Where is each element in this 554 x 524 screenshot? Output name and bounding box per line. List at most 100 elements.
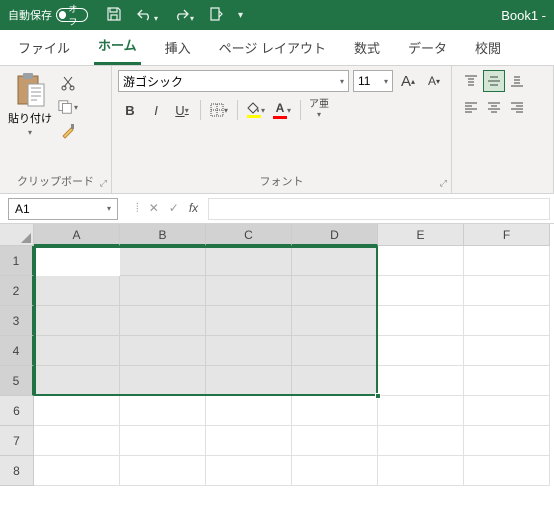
bold-button[interactable]: B xyxy=(118,98,142,122)
cell-E2[interactable] xyxy=(378,276,464,306)
autosave-toggle[interactable]: 自動保存 オフ xyxy=(8,7,88,23)
align-middle-button[interactable] xyxy=(483,70,505,92)
undo-icon[interactable]: ▾ xyxy=(136,7,158,24)
cell-E3[interactable] xyxy=(378,306,464,336)
cell-A3[interactable] xyxy=(34,306,120,336)
cell-F2[interactable] xyxy=(464,276,550,306)
font-color-button[interactable]: A▾ xyxy=(270,98,294,122)
cell-A8[interactable] xyxy=(34,456,120,486)
cell-E6[interactable] xyxy=(378,396,464,426)
row-header-6[interactable]: 6 xyxy=(0,396,34,426)
tab-formulas[interactable]: 数式 xyxy=(350,30,384,65)
dialog-launcher-icon[interactable]: ⤢ xyxy=(440,178,447,189)
selection-handle[interactable] xyxy=(375,393,381,399)
cell-B1[interactable] xyxy=(120,246,206,276)
col-header-D[interactable]: D xyxy=(292,224,378,246)
cell-A1[interactable] xyxy=(34,246,120,276)
cell-D6[interactable] xyxy=(292,396,378,426)
tab-insert[interactable]: 挿入 xyxy=(161,30,195,65)
dialog-launcher-icon[interactable]: ⤢ xyxy=(100,178,107,189)
qat-customize-icon[interactable]: ▾ xyxy=(238,10,243,21)
align-bottom-button[interactable] xyxy=(506,70,528,92)
cell-C8[interactable] xyxy=(206,456,292,486)
enter-icon[interactable]: ✓ xyxy=(169,201,179,216)
cell-E7[interactable] xyxy=(378,426,464,456)
col-header-E[interactable]: E xyxy=(378,224,464,246)
cell-F8[interactable] xyxy=(464,456,550,486)
row-header-7[interactable]: 7 xyxy=(0,426,34,456)
italic-button[interactable]: I xyxy=(144,98,168,122)
cell-A2[interactable] xyxy=(34,276,120,306)
cell-A5[interactable] xyxy=(34,366,120,396)
phonetic-button[interactable]: ア亜▾ xyxy=(307,98,331,122)
cell-D1[interactable] xyxy=(292,246,378,276)
row-header-4[interactable]: 4 xyxy=(0,336,34,366)
row-header-5[interactable]: 5 xyxy=(0,366,34,396)
align-center-button[interactable] xyxy=(483,96,505,118)
touch-mode-icon[interactable] xyxy=(208,6,224,25)
cell-B8[interactable] xyxy=(120,456,206,486)
cell-D2[interactable] xyxy=(292,276,378,306)
col-header-C[interactable]: C xyxy=(206,224,292,246)
cancel-icon[interactable]: ✕ xyxy=(149,201,159,216)
cell-C5[interactable] xyxy=(206,366,292,396)
cell-B7[interactable] xyxy=(120,426,206,456)
align-right-button[interactable] xyxy=(506,96,528,118)
font-name-select[interactable]: 游ゴシック▾ xyxy=(118,70,349,92)
decrease-font-button[interactable]: A▾ xyxy=(423,70,445,92)
cell-F6[interactable] xyxy=(464,396,550,426)
cell-B2[interactable] xyxy=(120,276,206,306)
cell-B3[interactable] xyxy=(120,306,206,336)
redo-icon[interactable]: ▾ xyxy=(172,7,194,24)
cell-C3[interactable] xyxy=(206,306,292,336)
col-header-F[interactable]: F xyxy=(464,224,550,246)
cell-D3[interactable] xyxy=(292,306,378,336)
cell-D8[interactable] xyxy=(292,456,378,486)
format-painter-button[interactable] xyxy=(58,122,78,140)
select-all-button[interactable] xyxy=(0,224,34,246)
formula-input[interactable] xyxy=(208,198,550,220)
cell-E5[interactable] xyxy=(378,366,464,396)
cell-E8[interactable] xyxy=(378,456,464,486)
cell-A4[interactable] xyxy=(34,336,120,366)
tab-data[interactable]: データ xyxy=(404,30,451,65)
col-header-B[interactable]: B xyxy=(120,224,206,246)
increase-font-button[interactable]: A▴ xyxy=(397,70,419,92)
cell-B5[interactable] xyxy=(120,366,206,396)
save-icon[interactable] xyxy=(106,6,122,25)
cell-B4[interactable] xyxy=(120,336,206,366)
cell-C7[interactable] xyxy=(206,426,292,456)
align-top-button[interactable] xyxy=(460,70,482,92)
cell-A7[interactable] xyxy=(34,426,120,456)
cell-F1[interactable] xyxy=(464,246,550,276)
cell-C6[interactable] xyxy=(206,396,292,426)
cell-F7[interactable] xyxy=(464,426,550,456)
fx-icon[interactable]: fx xyxy=(189,201,198,216)
worksheet-grid[interactable]: ABCDEF 12345678 xyxy=(0,224,554,524)
cut-button[interactable] xyxy=(58,74,78,92)
row-header-2[interactable]: 2 xyxy=(0,276,34,306)
cell-D7[interactable] xyxy=(292,426,378,456)
tab-page-layout[interactable]: ページ レイアウト xyxy=(215,30,330,65)
align-left-button[interactable] xyxy=(460,96,482,118)
cell-F4[interactable] xyxy=(464,336,550,366)
col-header-A[interactable]: A xyxy=(34,224,120,246)
cells-area[interactable] xyxy=(34,246,554,486)
cell-B6[interactable] xyxy=(120,396,206,426)
row-header-8[interactable]: 8 xyxy=(0,456,34,486)
cell-F5[interactable] xyxy=(464,366,550,396)
font-size-select[interactable]: 11▾ xyxy=(353,70,393,92)
cell-C4[interactable] xyxy=(206,336,292,366)
tab-home[interactable]: ホーム xyxy=(94,27,141,65)
borders-button[interactable]: ▾ xyxy=(207,98,231,122)
tab-review[interactable]: 校閲 xyxy=(471,30,505,65)
cell-C1[interactable] xyxy=(206,246,292,276)
paste-button[interactable]: 貼り付け ▾ xyxy=(6,70,54,170)
row-header-3[interactable]: 3 xyxy=(0,306,34,336)
cell-E1[interactable] xyxy=(378,246,464,276)
row-header-1[interactable]: 1 xyxy=(0,246,34,276)
copy-button[interactable]: ▾ xyxy=(58,98,78,116)
cell-F3[interactable] xyxy=(464,306,550,336)
tab-file[interactable]: ファイル xyxy=(14,30,74,65)
cell-D4[interactable] xyxy=(292,336,378,366)
